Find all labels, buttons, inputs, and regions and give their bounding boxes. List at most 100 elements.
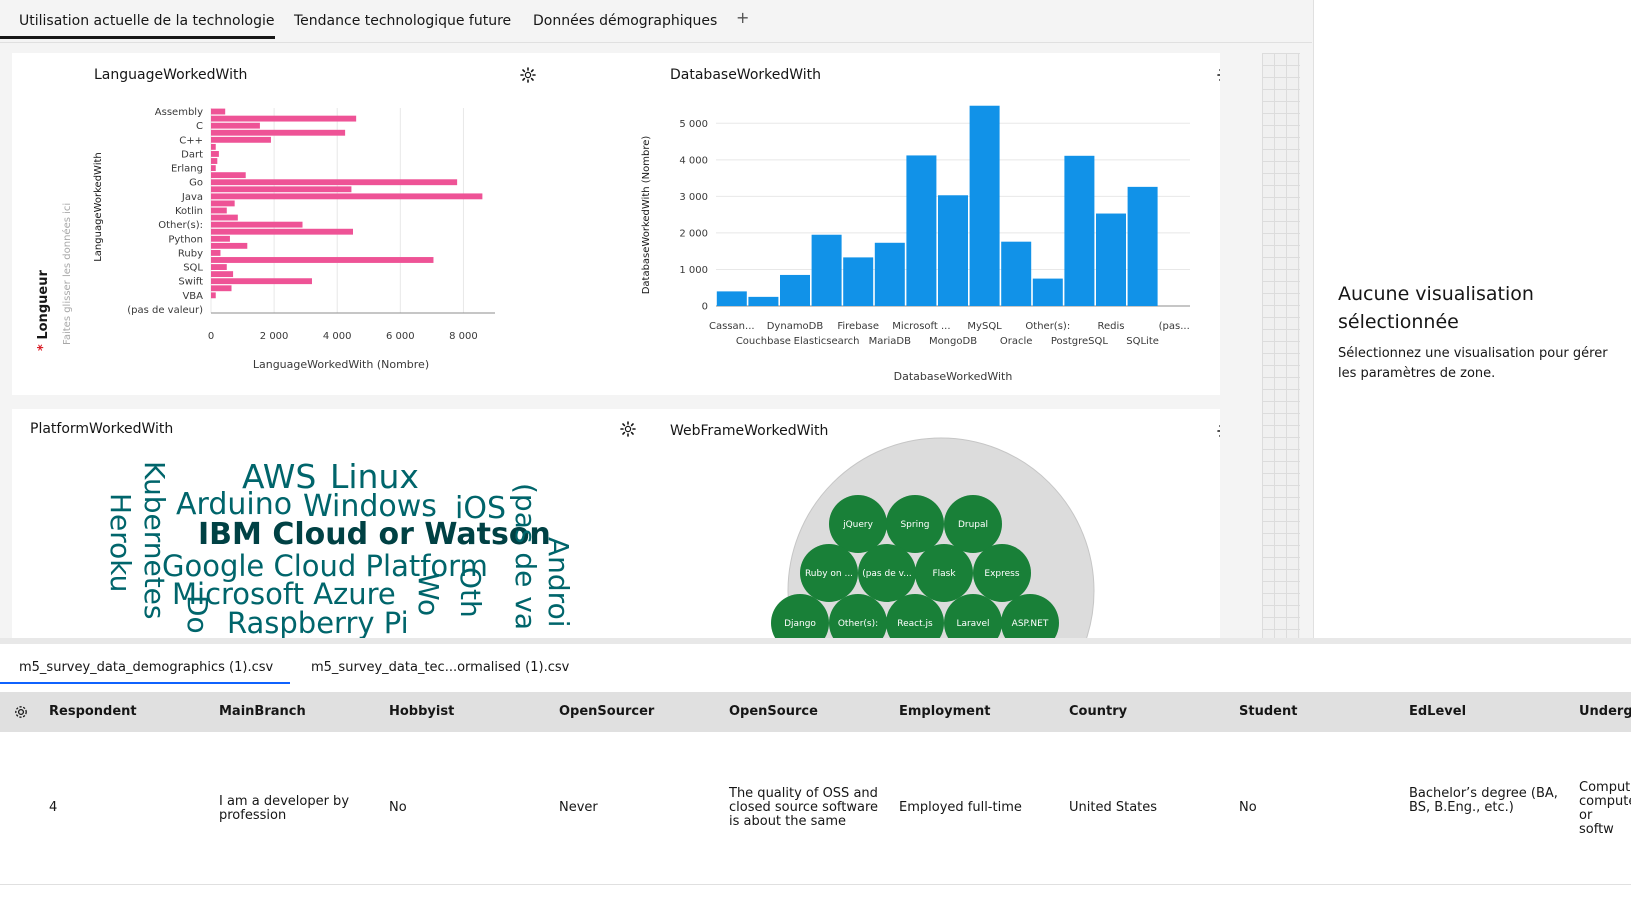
bar[interactable]: [211, 235, 230, 242]
x-tick-label: Other(s):: [1025, 321, 1070, 332]
x-tick-label: Firebase: [837, 321, 879, 332]
column-header-opensource[interactable]: OpenSource: [729, 692, 818, 732]
bar[interactable]: [211, 278, 312, 285]
bar[interactable]: [843, 257, 874, 306]
x-tick-label: 4 000: [323, 331, 352, 342]
column-header-undergrad[interactable]: Underg: [1579, 692, 1631, 732]
bar[interactable]: [969, 105, 1000, 306]
bubble-label: Laravel: [956, 619, 989, 629]
word-do[interactable]: Do: [181, 595, 214, 634]
column-header-student[interactable]: Student: [1239, 692, 1297, 732]
x-tick-label: MongoDB: [929, 336, 977, 347]
platform-chart-tile[interactable]: PlatformWorkedWith AWS Linux Arduino Win…: [12, 409, 640, 638]
column-header-respondent[interactable]: Respondent: [49, 692, 137, 732]
webframe-chart-tile[interactable]: WebFrameWorkedWith jQuery Spring Drupal Rub…: [640, 409, 1220, 638]
bar[interactable]: [211, 172, 246, 179]
bar[interactable]: [211, 136, 271, 143]
bar[interactable]: [211, 158, 218, 164]
word-pas-de-valeur[interactable]: (pas de va: [509, 483, 542, 630]
column-header-opensourcer[interactable]: OpenSourcer: [559, 692, 654, 732]
webframe-bubble-chart[interactable]: jQuery Spring Drupal Ruby on ... (pas de v..…: [640, 409, 1220, 638]
bar[interactable]: [211, 285, 232, 292]
bar[interactable]: [211, 242, 248, 249]
bar[interactable]: [211, 186, 352, 193]
word-kubernetes[interactable]: Kubernetes: [138, 461, 171, 620]
x-tick-label: 0: [208, 331, 214, 342]
table-row[interactable]: 4 I am a developer by profession No Neve…: [0, 732, 1631, 885]
column-header-country[interactable]: Country: [1069, 692, 1127, 732]
bar[interactable]: [716, 291, 747, 306]
word-wo[interactable]: Wo: [412, 573, 445, 616]
word-android[interactable]: Androi: [542, 537, 575, 627]
bar[interactable]: [1001, 241, 1032, 306]
bar[interactable]: [211, 179, 458, 186]
bar[interactable]: [1096, 213, 1126, 306]
bar[interactable]: [211, 228, 353, 235]
cell-opensource: The quality of OSS and closed source sof…: [729, 786, 878, 829]
bar[interactable]: [211, 292, 216, 299]
bar[interactable]: [780, 274, 810, 306]
bar[interactable]: [211, 264, 227, 270]
y-tick-label: (pas de valeur): [127, 305, 203, 316]
bubble-label: ASP.NET: [1012, 619, 1049, 629]
bar[interactable]: [211, 257, 434, 263]
database-bar-chart[interactable]: 0 1 000 2 000 3 000 4 000 5 000 Cassan... Couch…: [640, 53, 1220, 395]
x-axis-title: LanguageWorkedWith (Nombre): [253, 358, 429, 371]
cell-student: No: [1239, 800, 1257, 815]
table-header: Respondent MainBranch Hobbyist OpenSourc…: [0, 692, 1631, 732]
bar[interactable]: [211, 115, 357, 122]
file-tab-demographics[interactable]: m5_survey_data_demographics (1).csv: [0, 654, 290, 684]
bar[interactable]: [211, 129, 346, 136]
column-header-mainbranch[interactable]: MainBranch: [219, 692, 306, 732]
bar[interactable]: [211, 271, 234, 278]
bar[interactable]: [748, 296, 779, 306]
word-raspberry-pi[interactable]: Raspberry Pi: [227, 606, 409, 638]
column-header-hobbyist[interactable]: Hobbyist: [389, 692, 454, 732]
bubble-label: Express: [984, 569, 1019, 579]
settings-icon[interactable]: [620, 421, 636, 437]
bar[interactable]: [211, 200, 235, 207]
x-tick-label: DynamoDB: [767, 321, 824, 332]
database-chart-tile[interactable]: DatabaseWorkedWith 0 1 000 2 000 3 000 4 000…: [640, 53, 1220, 395]
bubble-label: jQuery: [842, 520, 874, 530]
bar[interactable]: [874, 242, 905, 306]
bar[interactable]: [211, 122, 260, 129]
x-tick-label: 6 000: [386, 331, 415, 342]
bar[interactable]: [211, 193, 483, 200]
bar[interactable]: [938, 195, 968, 306]
file-tab-technology[interactable]: m5_survey_data_tec...ormalised (1).csv: [311, 654, 569, 684]
tab-demographics[interactable]: Données démographiques: [533, 0, 717, 40]
column-header-employment[interactable]: Employment: [899, 692, 990, 732]
bar[interactable]: [211, 221, 303, 228]
bubble-label: Django: [784, 619, 816, 629]
bar[interactable]: [211, 108, 226, 115]
bar[interactable]: [1127, 186, 1158, 306]
y-tick-label: Erlang: [171, 164, 203, 175]
bar[interactable]: [211, 151, 219, 157]
word-oth[interactable]: Oth: [454, 567, 487, 618]
bar[interactable]: [1032, 278, 1063, 306]
tab-future-trend[interactable]: Tendance technologique future: [294, 0, 511, 40]
word-heroku[interactable]: Heroku: [104, 493, 137, 592]
bar[interactable]: [211, 207, 227, 214]
bar[interactable]: [211, 165, 216, 172]
column-header-edlevel[interactable]: EdLevel: [1409, 692, 1466, 732]
table-settings-icon[interactable]: [13, 704, 29, 720]
tab-current-technology[interactable]: Utilisation actuelle de la technologie: [0, 0, 275, 39]
x-tick-label: 8 000: [449, 331, 478, 342]
y-tick-label: 2 000: [679, 228, 708, 239]
bar[interactable]: [211, 214, 238, 221]
add-tab-button[interactable]: +: [736, 8, 749, 27]
bar[interactable]: [1064, 155, 1095, 306]
y-tick-label: C++: [179, 135, 203, 146]
bar[interactable]: [811, 234, 842, 306]
bar[interactable]: [211, 143, 216, 150]
bar[interactable]: [211, 249, 221, 256]
bar[interactable]: [906, 155, 937, 306]
language-chart-tile[interactable]: LanguageWorkedWith * Longueur Faites gli…: [12, 53, 640, 395]
x-axis-title: DatabaseWorkedWith: [894, 370, 1013, 383]
x-tick-label: MariaDB: [869, 336, 911, 347]
language-bar-chart[interactable]: 0 2 000 4 000 6 000 8 000 Assembly C C++ Dart Erl…: [12, 53, 640, 395]
word-ibm-cloud[interactable]: IBM Cloud or Watson: [198, 517, 551, 552]
x-tick-label: Oracle: [1000, 336, 1033, 347]
